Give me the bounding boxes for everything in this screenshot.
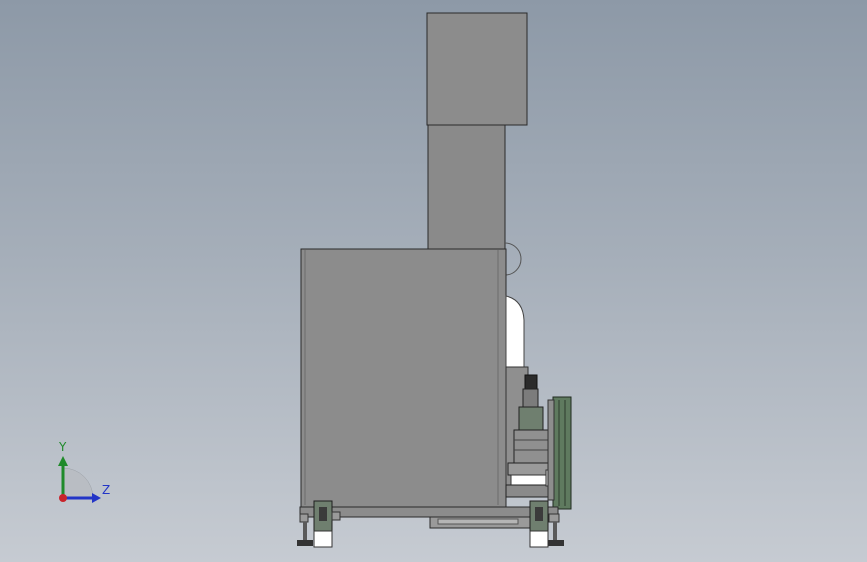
- orientation-triad: Y Z: [40, 436, 130, 516]
- machine-side-view[interactable]: [0, 0, 867, 562]
- top-housing: [426, 12, 528, 126]
- triad-y-label: Y: [59, 440, 67, 454]
- main-cabinet: [300, 248, 507, 508]
- vertical-column: [427, 124, 506, 251]
- column-knob: [504, 242, 522, 276]
- triad-z-label: Z: [102, 483, 111, 497]
- curved-cover: [505, 295, 525, 368]
- graphics-viewport[interactable]: Y Z: [0, 0, 867, 562]
- drive-mechanism: [505, 366, 572, 510]
